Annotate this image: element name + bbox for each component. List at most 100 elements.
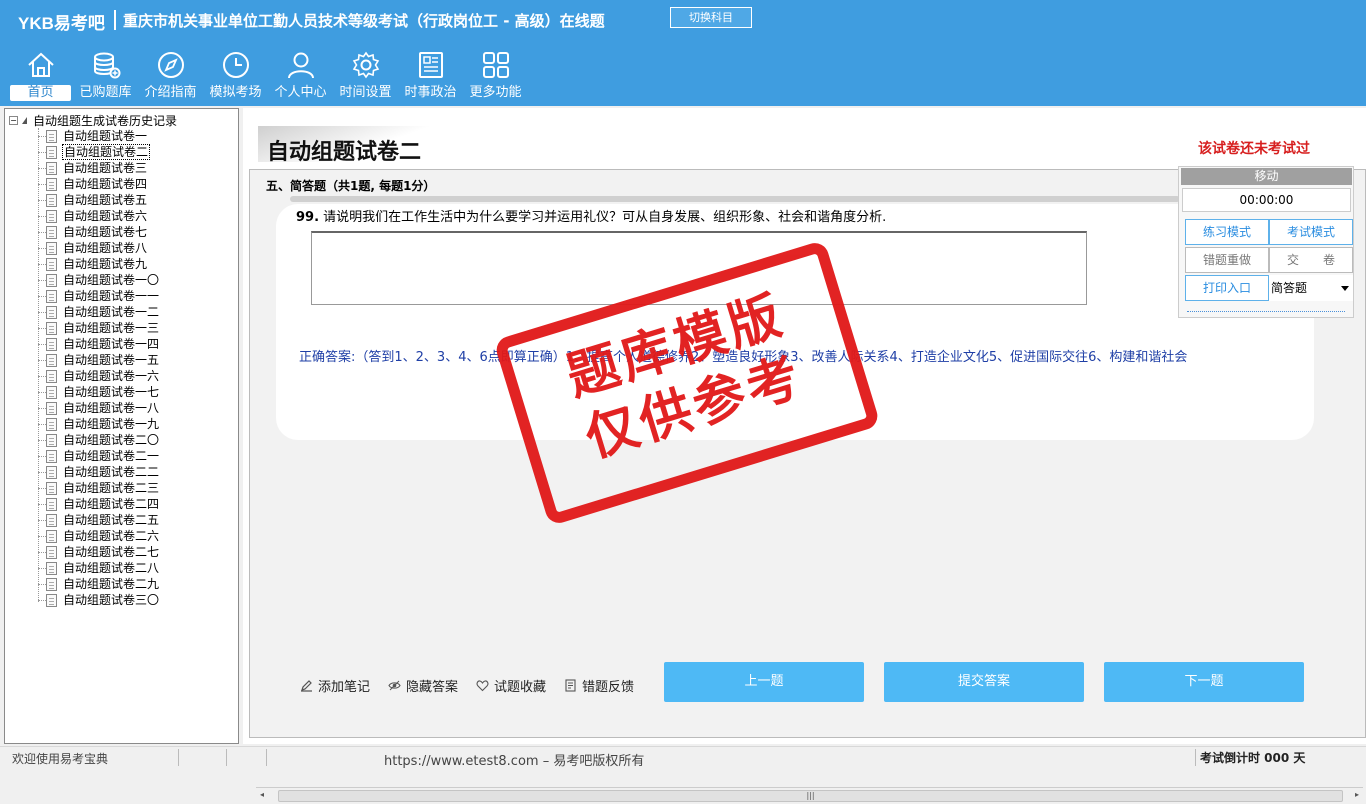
nav-guide[interactable]: 介绍指南 <box>138 46 203 104</box>
nav-current-affairs[interactable]: 时事政治 <box>398 46 463 104</box>
tree-item[interactable]: 自动组题试卷一五 <box>38 352 160 368</box>
nav-home[interactable]: 首页 <box>8 46 73 104</box>
prev-question-button[interactable]: 上一题 <box>664 662 864 702</box>
nav-label: 首页 <box>10 85 71 101</box>
tree-item-label: 自动组题试卷一八 <box>63 401 160 415</box>
tree-connector <box>38 519 46 521</box>
document-icon <box>46 577 57 591</box>
tree-item[interactable]: 自动组题试卷一一 <box>38 288 160 304</box>
tree-item[interactable]: 自动组题试卷一八 <box>38 400 160 416</box>
user-icon <box>287 52 314 79</box>
grid-icon <box>482 52 509 78</box>
document-icon <box>46 225 57 239</box>
tree-item-label: 自动组题试卷一五 <box>63 353 160 367</box>
tree-item[interactable]: 自动组题试卷二六 <box>38 528 160 544</box>
tree-item[interactable]: 自动组题试卷八 <box>38 240 160 256</box>
tree-item[interactable]: 自动组题试卷二五 <box>38 512 160 528</box>
app-header: YKB易考吧 重庆市机关事业单位工勤人员技术等级考试（行政岗位工 - 高级）在线… <box>0 0 1366 106</box>
clock-icon <box>222 52 249 78</box>
tree-item[interactable]: 自动组题试卷七 <box>38 224 160 240</box>
tree-connector <box>38 599 46 601</box>
tree-item[interactable]: 自动组题试卷一九 <box>38 416 160 432</box>
error-feedback-button[interactable]: 错题反馈 <box>564 676 634 695</box>
tree-connector <box>38 407 46 409</box>
status-divider <box>1195 749 1196 766</box>
tree-item[interactable]: 自动组题试卷二〇 <box>38 432 160 448</box>
tree-item-label: 自动组题试卷一九 <box>63 417 160 431</box>
practice-mode-button[interactable]: 练习模式 <box>1185 219 1269 245</box>
scroll-left-icon[interactable]: ◂ <box>260 790 264 799</box>
submit-answer-button[interactable]: 提交答案 <box>884 662 1084 702</box>
tree-item[interactable]: 自动组题试卷三〇 <box>38 592 160 608</box>
question-type-select[interactable]: 简答题 <box>1269 275 1353 301</box>
hand-in-button[interactable]: 交 卷 <box>1269 247 1353 273</box>
tree-item[interactable]: 自动组题试卷二八 <box>38 560 160 576</box>
tree-item[interactable]: 自动组题试卷一二 <box>38 304 160 320</box>
tree-item[interactable]: 自动组题试卷二 <box>38 144 160 160</box>
document-icon <box>46 369 57 383</box>
tree-item[interactable]: 自动组题试卷二七 <box>38 544 160 560</box>
document-icon <box>46 129 57 143</box>
nav-label: 更多功能 <box>469 85 522 100</box>
tree-item[interactable]: 自动组题试卷一四 <box>38 336 160 352</box>
tree-item[interactable]: 自动组题试卷五 <box>38 192 160 208</box>
tree-connector <box>38 567 46 569</box>
print-entry-button[interactable]: 打印入口 <box>1185 275 1269 301</box>
tree-item-label: 自动组题试卷五 <box>63 193 148 207</box>
tree-item[interactable]: 自动组题试卷二三 <box>38 480 160 496</box>
tree-item[interactable]: 自动组题试卷一六 <box>38 368 160 384</box>
favorite-question-button[interactable]: 试题收藏 <box>476 676 546 695</box>
tree-item[interactable]: 自动组题试卷二九 <box>38 576 160 592</box>
tree-item[interactable]: 自动组题试卷一七 <box>38 384 160 400</box>
tree-item[interactable]: 自动组题试卷一〇 <box>38 272 160 288</box>
tree-connector <box>38 199 46 201</box>
tree-item[interactable]: 自动组题试卷一 <box>38 128 160 144</box>
scrollbar-thumb[interactable]: ||| <box>278 790 1343 802</box>
horizontal-scrollbar[interactable]: ◂ ||| ▸ <box>256 787 1363 804</box>
tree-item[interactable]: 自动组题试卷六 <box>38 208 160 224</box>
question-text: 99. 请说明我们在工作生活中为什么要学习并运用礼仪？可从自身发展、组织形象、社… <box>296 206 886 225</box>
tree-connector <box>38 135 46 137</box>
tree-item-label: 自动组题试卷二三 <box>63 481 160 495</box>
tree-connector <box>38 311 46 313</box>
next-question-button[interactable]: 下一题 <box>1104 662 1304 702</box>
tree-item-label: 自动组题试卷一三 <box>63 321 160 335</box>
scroll-right-icon[interactable]: ▸ <box>1355 790 1359 799</box>
question-tools: 添加笔记 隐藏答案 试题收藏 错题反馈 <box>300 676 634 695</box>
nav-time-settings[interactable]: 时间设置 <box>333 46 398 104</box>
collapse-toggle-icon[interactable]: − <box>9 115 18 125</box>
nav-personal-center[interactable]: 个人中心 <box>268 46 333 104</box>
redo-wrong-button[interactable]: 错题重做 <box>1185 247 1269 273</box>
nav-purchased-bank[interactable]: 已购题库 <box>73 46 138 104</box>
tree-item[interactable]: 自动组题试卷二二 <box>38 464 160 480</box>
home-icon <box>27 52 54 77</box>
document-icon <box>46 513 57 527</box>
tree-item[interactable]: 自动组题试卷二四 <box>38 496 160 512</box>
switch-subject-button[interactable]: 切换科目 <box>670 7 752 28</box>
nav-mock-exam[interactable]: 模拟考场 <box>203 46 268 104</box>
tree-item[interactable]: 自动组题试卷三 <box>38 160 160 176</box>
document-icon <box>46 417 57 431</box>
main-nav: 首页 已购题库 介绍指南 模拟考场 个人中心 时间设置 时事政治 更多功能 <box>0 46 528 106</box>
tree-item[interactable]: 自动组题试卷四 <box>38 176 160 192</box>
document-icon <box>46 593 57 607</box>
tree-connector <box>38 327 46 329</box>
tree-item[interactable]: 自动组题试卷九 <box>38 256 160 272</box>
tree-item[interactable]: 自动组题试卷二一 <box>38 448 160 464</box>
nav-more[interactable]: 更多功能 <box>463 46 528 104</box>
panel-drag-handle[interactable]: 移动 <box>1181 168 1352 185</box>
add-note-label: 添加笔记 <box>318 680 371 695</box>
tree-item-label: 自动组题试卷一二 <box>63 305 160 319</box>
hide-answer-button[interactable]: 隐藏答案 <box>388 676 458 695</box>
tree-connector <box>38 231 46 233</box>
tree-item-label: 自动组题试卷八 <box>63 241 148 255</box>
exam-mode-button[interactable]: 考试模式 <box>1269 219 1353 245</box>
nav-label: 已购题库 <box>79 85 132 100</box>
exam-timer: 00:00:00 <box>1182 188 1351 212</box>
tree-item[interactable]: 自动组题试卷一三 <box>38 320 160 336</box>
exam-status-text: 该试卷还未考试过 <box>1198 141 1310 157</box>
tree-root[interactable]: − 自动组题生成试卷历史记录 <box>9 112 177 128</box>
add-note-button[interactable]: 添加笔记 <box>300 676 370 695</box>
status-bar: 欢迎使用易考宝典 https://www.etest8.com – 易考吧版权所… <box>0 746 1366 769</box>
status-divider <box>266 749 267 766</box>
